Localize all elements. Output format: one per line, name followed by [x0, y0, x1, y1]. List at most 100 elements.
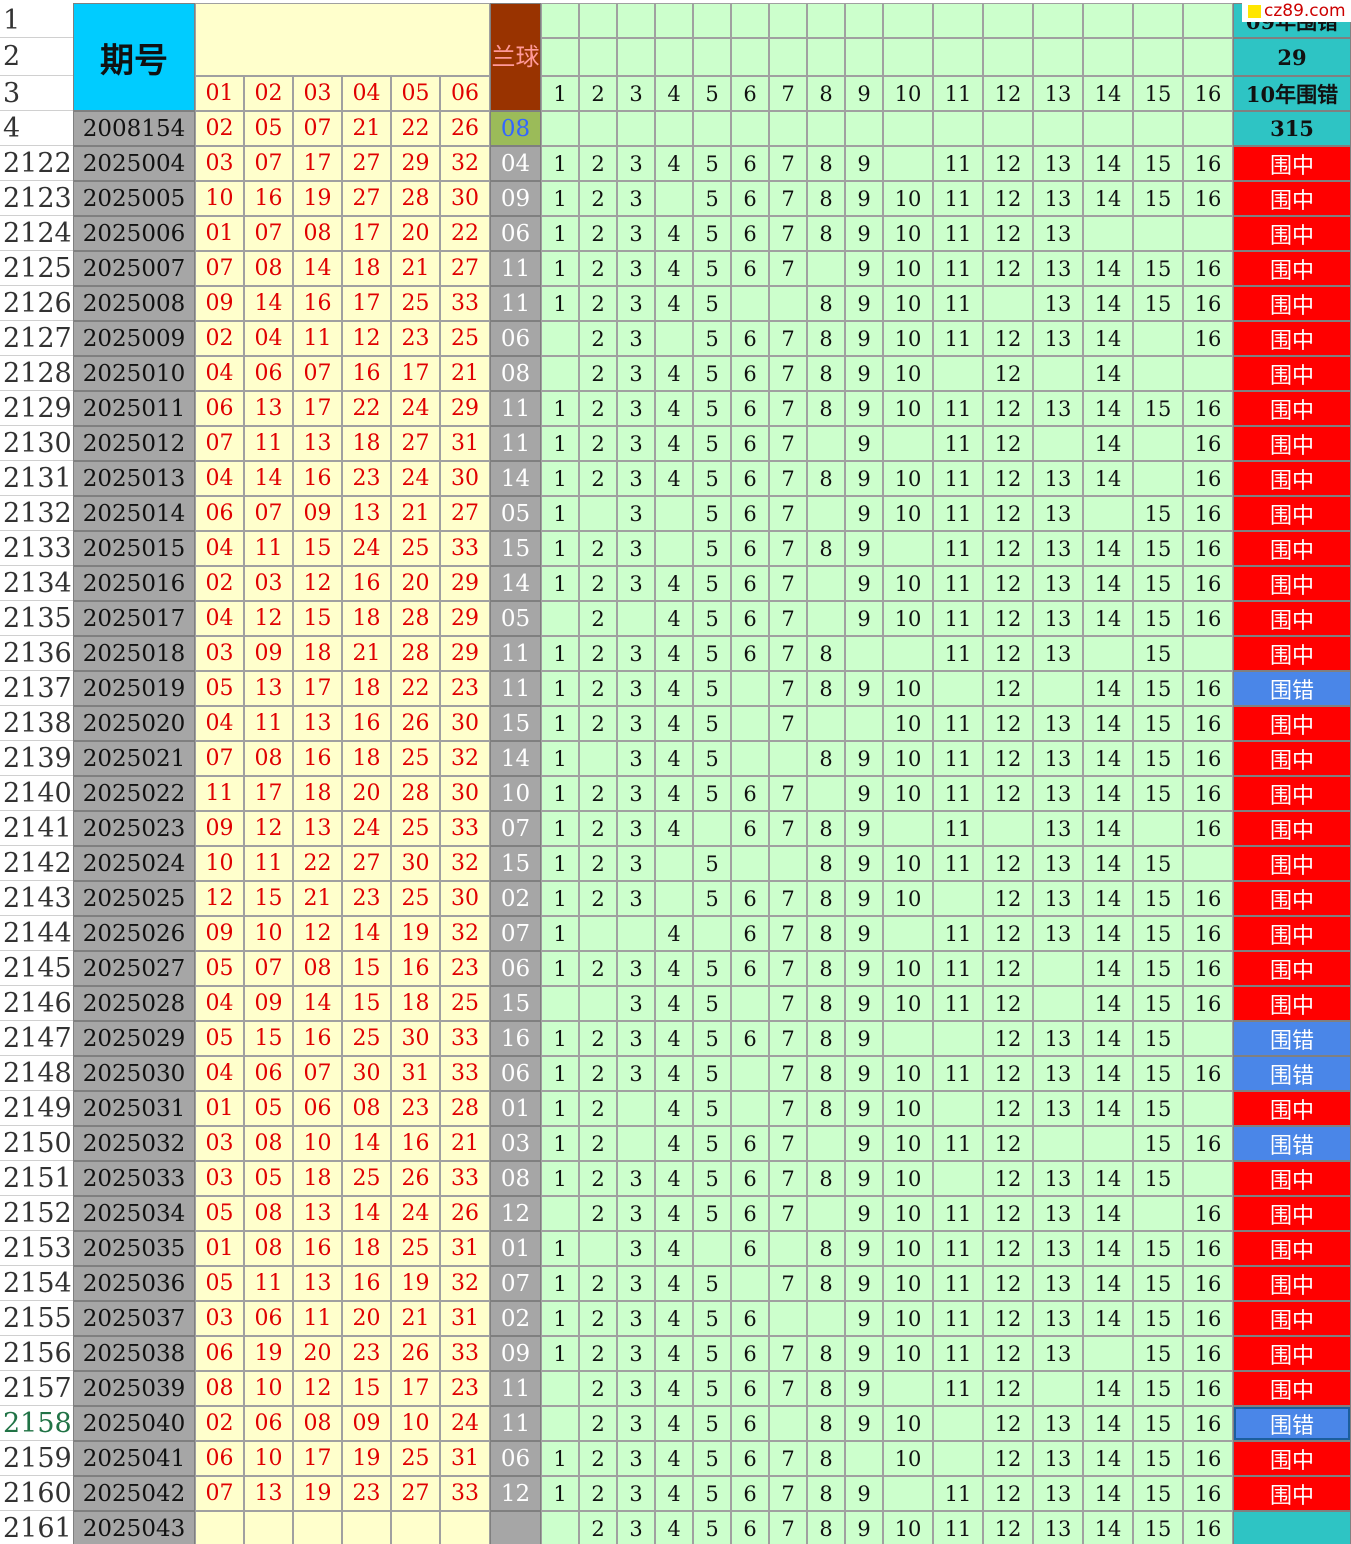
grid-cell[interactable]: 12 — [983, 426, 1033, 461]
grid-cell[interactable]: 4 — [655, 811, 693, 846]
grid-cell[interactable]: 8 — [807, 1511, 845, 1544]
grid-cell[interactable]: 5 — [693, 1266, 731, 1301]
result-cell[interactable]: 围中 — [1233, 601, 1351, 636]
red-number-cell[interactable]: 13 — [342, 496, 391, 531]
red-number-cell[interactable]: 08 — [244, 251, 293, 286]
red-number-cell[interactable]: 15 — [342, 951, 391, 986]
grid-cell[interactable] — [541, 601, 579, 636]
grid-cell[interactable]: 15 — [1133, 706, 1183, 741]
grid-cell[interactable]: 12 — [983, 1406, 1033, 1441]
grid-cell[interactable]: 2 — [579, 181, 617, 216]
red-number-cell[interactable]: 25 — [391, 881, 440, 916]
grid-cell[interactable]: 2 — [579, 426, 617, 461]
grid-cell[interactable]: 3 — [617, 1231, 655, 1266]
grid-cell[interactable]: 12 — [983, 356, 1033, 391]
blue-number-cell[interactable]: 12 — [490, 1476, 541, 1511]
grid-cell[interactable]: 5 — [693, 356, 731, 391]
stat-cell[interactable]: 10年围错 — [1233, 76, 1351, 111]
grid-header-blank[interactable] — [655, 3, 693, 38]
grid-cell[interactable]: 14 — [1083, 146, 1133, 181]
grid-cell[interactable]: 1 — [541, 1266, 579, 1301]
red-number-cell[interactable]: 27 — [440, 251, 490, 286]
grid-cell[interactable]: 15 — [1133, 1441, 1183, 1476]
grid-cell[interactable]: 9 — [845, 426, 883, 461]
red-number-cell[interactable]: 18 — [342, 251, 391, 286]
blue-number-cell[interactable]: 11 — [490, 1371, 541, 1406]
grid-cell[interactable]: 3 — [617, 741, 655, 776]
red-number-cell[interactable]: 12 — [293, 566, 342, 601]
grid-cell[interactable] — [883, 1476, 933, 1511]
red-number-cell[interactable]: 03 — [195, 1161, 244, 1196]
red-number-cell[interactable]: 07 — [293, 1056, 342, 1091]
red-number-cell[interactable]: 23 — [342, 1336, 391, 1371]
red-number-cell[interactable]: 18 — [293, 636, 342, 671]
blue-number-cell[interactable]: 11 — [490, 251, 541, 286]
red-number-cell[interactable]: 17 — [293, 1441, 342, 1476]
grid-cell[interactable]: 15 — [1133, 181, 1183, 216]
grid-cell[interactable]: 13 — [1033, 881, 1083, 916]
red-number-cell[interactable]: 15 — [244, 881, 293, 916]
grid-cell[interactable]: 8 — [807, 216, 845, 251]
result-cell[interactable] — [1233, 1511, 1351, 1544]
period-cell[interactable]: 2025013 — [73, 461, 195, 496]
red-number-cell[interactable]: 03 — [195, 146, 244, 181]
result-cell[interactable]: 围中 — [1233, 1336, 1351, 1371]
grid-header-blank[interactable] — [883, 3, 933, 38]
red-number-cell[interactable]: 21 — [440, 356, 490, 391]
grid-cell[interactable]: 16 — [1183, 1441, 1233, 1476]
grid-cell[interactable]: 6 — [731, 776, 769, 811]
grid-cell[interactable] — [655, 111, 693, 146]
grid-cell[interactable]: 15 — [1133, 1266, 1183, 1301]
red-number-cell[interactable]: 07 — [244, 951, 293, 986]
grid-cell[interactable]: 5 — [693, 601, 731, 636]
grid-cell[interactable]: 4 — [655, 951, 693, 986]
grid-cell[interactable]: 11 — [933, 951, 983, 986]
red-number-cell[interactable]: 12 — [293, 1371, 342, 1406]
grid-cell[interactable]: 11 — [933, 986, 983, 1021]
grid-cell[interactable] — [1183, 111, 1233, 146]
grid-cell[interactable]: 14 — [1083, 286, 1133, 321]
grid-cell[interactable]: 12 — [983, 1231, 1033, 1266]
red-number-cell[interactable]: 11 — [244, 846, 293, 881]
red-number-cell[interactable]: 30 — [440, 706, 490, 741]
grid-cell[interactable]: 7 — [769, 566, 807, 601]
grid-cell[interactable]: 14 — [1083, 321, 1133, 356]
grid-cell[interactable]: 14 — [1083, 1021, 1133, 1056]
grid-cell[interactable] — [933, 1091, 983, 1126]
result-cell[interactable]: 围中 — [1233, 181, 1351, 216]
grid-cell[interactable] — [693, 111, 731, 146]
grid-cell[interactable]: 6 — [731, 566, 769, 601]
result-cell[interactable]: 围中 — [1233, 1161, 1351, 1196]
grid-cell[interactable]: 7 — [769, 1476, 807, 1511]
grid-cell[interactable]: 11 — [933, 1231, 983, 1266]
grid-cell[interactable]: 14 — [1083, 356, 1133, 391]
grid-cell[interactable]: 15 — [1133, 146, 1183, 181]
red-number-cell[interactable]: 10 — [244, 1441, 293, 1476]
result-cell[interactable]: 围中 — [1233, 251, 1351, 286]
grid-cell[interactable]: 4 — [655, 776, 693, 811]
red-number-cell[interactable]: 14 — [244, 286, 293, 321]
grid-cell[interactable]: 15 — [1133, 916, 1183, 951]
red-number-cell[interactable]: 26 — [440, 1196, 490, 1231]
grid-cell[interactable]: 11 — [933, 1126, 983, 1161]
grid-cell[interactable]: 5 — [693, 1406, 731, 1441]
grid-cell[interactable]: 4 — [655, 986, 693, 1021]
grid-cell[interactable]: 12 — [983, 1196, 1033, 1231]
red-number-cell[interactable]: 18 — [342, 741, 391, 776]
red-number-cell[interactable]: 15 — [342, 986, 391, 1021]
blue-number-cell[interactable]: 06 — [490, 321, 541, 356]
red-number-cell[interactable]: 33 — [440, 1021, 490, 1056]
red-number-cell[interactable]: 20 — [342, 776, 391, 811]
grid-cell[interactable]: 4 — [655, 601, 693, 636]
blue-number-cell[interactable]: 14 — [490, 741, 541, 776]
grid-cell[interactable] — [769, 1406, 807, 1441]
blue-number-cell[interactable]: 06 — [490, 1056, 541, 1091]
grid-header-blank[interactable] — [617, 38, 655, 76]
grid-cell[interactable]: 13 — [1033, 1021, 1083, 1056]
grid-column-header[interactable]: 10 — [883, 76, 933, 111]
result-cell[interactable]: 围中 — [1233, 356, 1351, 391]
grid-cell[interactable]: 12 — [983, 496, 1033, 531]
grid-cell[interactable]: 7 — [769, 1441, 807, 1476]
red-number-cell[interactable]: 06 — [244, 356, 293, 391]
grid-cell[interactable] — [883, 1021, 933, 1056]
